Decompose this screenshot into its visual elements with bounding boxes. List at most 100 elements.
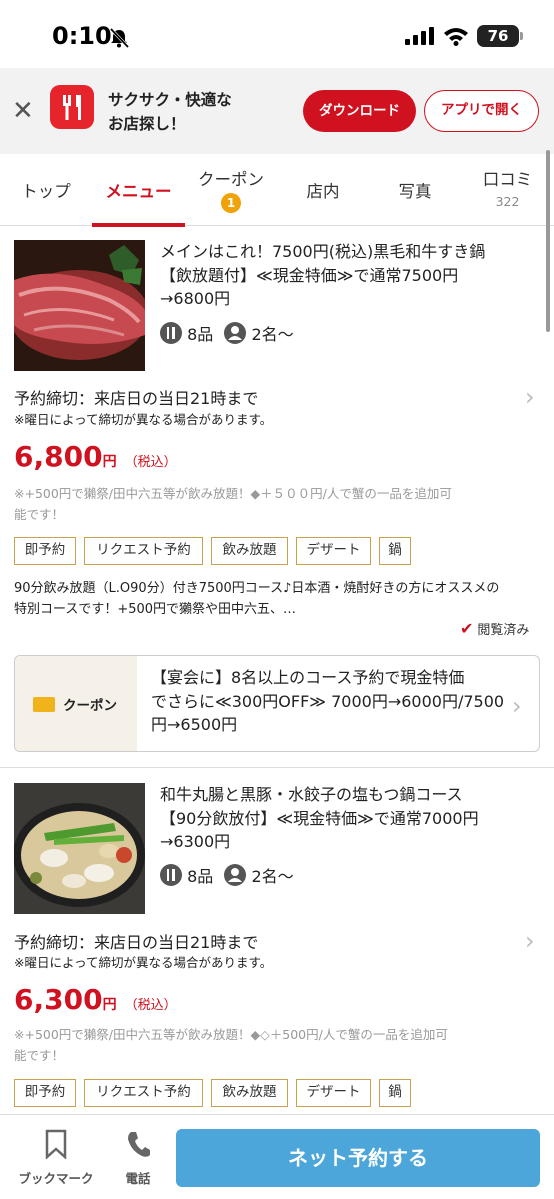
tab-coupon[interactable]: クーポン 1 (185, 154, 277, 226)
fork-knife-icon (160, 322, 182, 344)
scrollbar[interactable] (546, 150, 550, 332)
tab-label: 写真 (398, 182, 432, 201)
course-title-line: →6800円 (160, 289, 231, 308)
course-meta: 8品 2名〜 (160, 321, 294, 347)
course-title-line: →6300円 (160, 832, 231, 851)
bell-muted-icon (109, 27, 130, 49)
chevron-right-icon[interactable]: › (525, 929, 535, 953)
tab-interior[interactable]: 店内 (277, 154, 369, 226)
course-description-line: 90分飲み放題（L.O90分）付き7500円コース♪日本酒・焼酎好きの方にオスス… (14, 581, 500, 596)
section-divider (0, 767, 554, 768)
course-title-line: 和牛丸腸と黒豚・水餃子の塩もつ鍋コース (160, 785, 463, 804)
price-yen: 円 (102, 454, 117, 470)
course-note-line: ※+500円で獺祭/田中六五等が飲み放題！◆＋５００円/人で蟹の一品を追加可 (14, 486, 452, 501)
price-value: 6,800 (14, 440, 103, 473)
status-bar: 0:10 76 (0, 0, 554, 68)
viewed-label: 閲覧済み (477, 623, 530, 638)
fork-knife-icon (63, 95, 81, 120)
course-title-line: メインはこれ！7500円(税込)黒毛和牛すき鍋 (160, 242, 486, 261)
course-meta: 8品 2名〜 (160, 863, 294, 889)
price-value: 6,300 (14, 983, 103, 1016)
deadline-note: ※曜日によって締切が異なる場合があります。 (14, 955, 273, 970)
tab-label: メニュー (105, 182, 172, 201)
online-reservation-button[interactable]: ネット予約する (176, 1129, 540, 1187)
reservation-deadline: 予約締切：来店日の当日21時まで (14, 933, 259, 952)
tag-request-reservation: リクエスト予約 (84, 1079, 203, 1107)
battery-level: 76 (477, 25, 519, 47)
chevron-right-icon[interactable]: › (512, 692, 522, 720)
tag-instant-reservation: 即予約 (14, 1079, 76, 1107)
course-item-count: 8品 (187, 867, 214, 886)
tab-menu[interactable]: メニュー (92, 154, 185, 227)
coupon-text-line: でさらに≪300円OFF≫ 7000円→6000円/7500 (151, 691, 505, 711)
tab-label: クーポン (198, 170, 264, 189)
tag-hotpot: 鍋 (379, 537, 411, 565)
tagline-line2: お店探し！ (108, 115, 186, 133)
course-note: ※+500円で獺祭/田中六五等が飲み放題！◆＋５００円/人で蟹の一品を追加可 能… (14, 483, 524, 525)
phone-button[interactable]: 電話 (116, 1129, 160, 1187)
viewed-indicator: ✔ 閲覧済み (460, 619, 529, 638)
coupon-label-panel: クーポン (15, 656, 137, 751)
open-in-app-button[interactable]: アプリで開く (424, 90, 539, 132)
course-photo-motsunabe (14, 783, 145, 914)
tag-dessert: デザート (296, 537, 371, 565)
tab-label: トップ (21, 182, 71, 201)
tab-bar: トップ メニュー クーポン 1 店内 写真 口コミ 322 (0, 154, 554, 227)
app-logo (50, 85, 94, 129)
coupon-label: クーポン (63, 698, 117, 714)
cellular-signal-icon (405, 27, 434, 45)
reservation-deadline: 予約締切：来店日の当日21時まで (14, 389, 259, 408)
coupon-count-badge: 1 (221, 193, 241, 213)
coupon-text: 【宴会に】8名以上のコース予約で現金特価 でさらに≪300円OFF≫ 7000円… (151, 666, 511, 737)
active-tab-indicator (92, 223, 185, 227)
close-icon[interactable]: ✕ (12, 96, 34, 126)
phone-label: 電話 (125, 1171, 151, 1186)
download-button[interactable]: ダウンロード (303, 90, 416, 132)
phone-icon (128, 1132, 150, 1157)
price-yen: 円 (102, 997, 117, 1013)
status-time: 0:10 (52, 22, 112, 50)
course-people: 2名〜 (251, 867, 294, 886)
tag-dessert: デザート (296, 1079, 371, 1107)
course-title[interactable]: メインはこれ！7500円(税込)黒毛和牛すき鍋 【飲放題付】≪現金特価≫で通常7… (160, 240, 535, 311)
banner-tagline: サクサク・快適な お店探し！ (108, 88, 232, 136)
tab-label: 店内 (306, 182, 340, 201)
tab-top[interactable]: トップ (0, 154, 92, 226)
tab-label: 口コミ (482, 170, 533, 189)
tag-hotpot: 鍋 (379, 1079, 411, 1107)
tab-reviews[interactable]: 口コミ 322 (461, 154, 554, 226)
ticket-icon (33, 697, 55, 712)
price-tax: （税込） (124, 455, 177, 470)
tag-all-you-can-drink: 飲み放題 (211, 1079, 288, 1107)
app-banner: ✕ サクサク・快適な お店探し！ ダウンロード アプリで開く (0, 68, 554, 154)
bookmark-button[interactable]: ブックマーク (14, 1129, 98, 1187)
battery-tip (520, 32, 523, 40)
review-count: 322 (495, 194, 520, 209)
tag-all-you-can-drink: 飲み放題 (211, 537, 288, 565)
tagline-line1: サクサク・快適な (108, 91, 232, 109)
coupon-card[interactable]: クーポン 【宴会に】8名以上のコース予約で現金特価 でさらに≪300円OFF≫ … (14, 655, 540, 752)
coupon-text-line: 【宴会に】8名以上のコース予約で現金特価 (151, 668, 465, 687)
bookmark-label: ブックマーク (18, 1171, 94, 1186)
course-price: 6,300円 （税込） (14, 983, 177, 1016)
tag-request-reservation: リクエスト予約 (84, 537, 203, 565)
bottom-action-bar: ブックマーク 電話 ネット予約する (0, 1114, 554, 1199)
course-note-line: ※+500円で獺祭/田中六五等が飲み放題！◆◇＋500円/人で蟹の一品を追加可 (14, 1027, 448, 1042)
course-note: ※+500円で獺祭/田中六五等が飲み放題！◆◇＋500円/人で蟹の一品を追加可 … (14, 1024, 524, 1066)
course-item-count: 8品 (187, 325, 214, 344)
course-price: 6,800円 （税込） (14, 440, 177, 473)
person-icon (224, 864, 247, 886)
course-people: 2名〜 (251, 325, 294, 344)
check-icon: ✔ (460, 619, 474, 638)
person-icon (224, 322, 247, 344)
price-tax: （税込） (124, 998, 177, 1013)
course-title-line: 【90分飲放付】≪現金特価≫で通常7000円 (160, 808, 479, 828)
chevron-right-icon[interactable]: › (525, 385, 535, 409)
course-description: 90分飲み放題（L.O90分）付き7500円コース♪日本酒・焼酎好きの方にオスス… (14, 578, 539, 620)
fork-knife-icon (160, 864, 182, 886)
course-title[interactable]: 和牛丸腸と黒豚・水餃子の塩もつ鍋コース 【90分飲放付】≪現金特価≫で通常700… (160, 783, 535, 854)
course-note-line: 能です！ (14, 1048, 65, 1063)
tag-instant-reservation: 即予約 (14, 537, 76, 565)
tab-photos[interactable]: 写真 (369, 154, 461, 226)
bookmark-icon (45, 1129, 67, 1160)
